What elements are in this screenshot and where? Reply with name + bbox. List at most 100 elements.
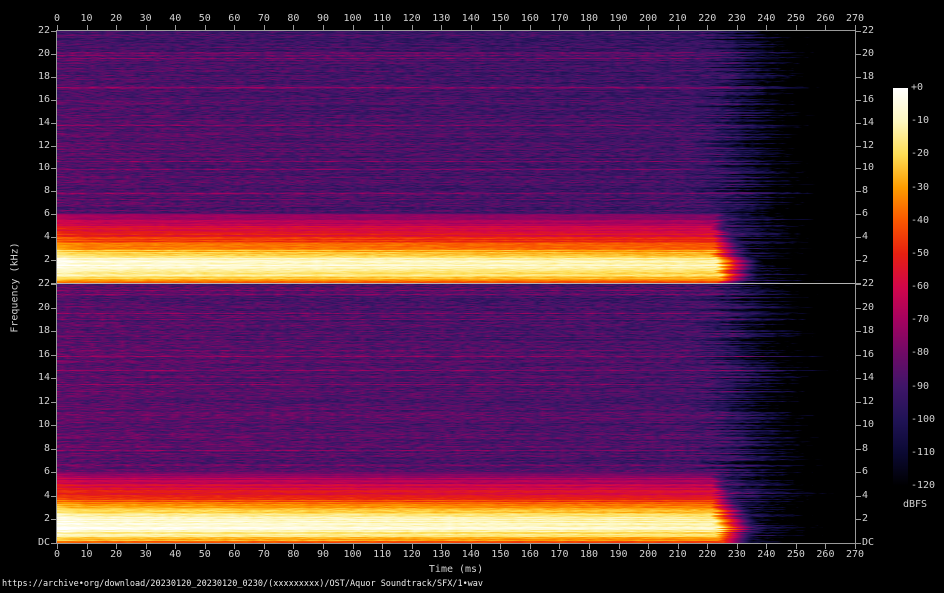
- freq-tick-left: [51, 214, 56, 215]
- time-tick-label-top: 20: [110, 13, 122, 25]
- plot-frame-left: [56, 30, 57, 544]
- time-tick-label-bottom: 20: [110, 549, 122, 561]
- time-tick-label-top: 40: [169, 13, 181, 25]
- freq-tick-right: [856, 123, 861, 124]
- time-tick-label-bottom: 260: [816, 549, 834, 561]
- time-tick-top: [412, 25, 413, 30]
- time-tick-label-top: 130: [432, 13, 450, 25]
- time-tick-label-top: 200: [639, 13, 657, 25]
- time-tick-label-top: 150: [491, 13, 509, 25]
- freq-tick-label-left: 6: [44, 208, 50, 220]
- time-tick-label-top: 100: [344, 13, 362, 25]
- freq-tick-left: [51, 260, 56, 261]
- freq-tick-label-right: 8: [862, 443, 868, 455]
- time-tick-label-top: 210: [669, 13, 687, 25]
- time-tick-label-bottom: 180: [580, 549, 598, 561]
- freq-tick-left: [51, 146, 56, 147]
- frequency-axis-title-wrap: Frequency (kHz): [0, 30, 30, 544]
- time-tick-label-bottom: 130: [432, 549, 450, 561]
- freq-tick-left: [51, 77, 56, 78]
- freq-tick-label-left: 14: [38, 372, 50, 384]
- freq-tick-left: [51, 31, 56, 32]
- time-tick-top: [530, 25, 531, 30]
- time-tick-label-bottom: 270: [846, 549, 864, 561]
- plot-frame-top: [56, 30, 856, 31]
- freq-tick-right: [856, 77, 861, 78]
- time-tick-label-bottom: 170: [550, 549, 568, 561]
- freq-tick-label-left: 8: [44, 443, 50, 455]
- freq-tick-left: [51, 496, 56, 497]
- freq-tick-label-right: 4: [862, 490, 868, 502]
- freq-tick-left: [51, 355, 56, 356]
- time-tick-label-bottom: 50: [199, 549, 211, 561]
- freq-tick-right: [856, 496, 861, 497]
- time-tick-label-top: 190: [610, 13, 628, 25]
- time-tick-label-bottom: 90: [317, 549, 329, 561]
- plot-frame-right: [855, 30, 856, 544]
- time-tick-label-top: 120: [403, 13, 421, 25]
- time-tick-top: [264, 25, 265, 30]
- freq-tick-label-right: 12: [862, 396, 874, 408]
- time-tick-label-bottom: 100: [344, 549, 362, 561]
- freq-tick-left: [51, 168, 56, 169]
- time-tick-top: [116, 25, 117, 30]
- freq-tick-label-left: 2: [44, 513, 50, 525]
- freq-tick-left: [51, 449, 56, 450]
- freq-tick-right: [856, 100, 861, 101]
- freq-tick-right: [856, 260, 861, 261]
- colorbar-tick-label: -10: [911, 115, 929, 127]
- colorbar-unit-label: dBFS: [893, 499, 937, 510]
- time-tick-top: [382, 25, 383, 30]
- colorbar-tick-label: -40: [911, 215, 929, 227]
- freq-tick-label-left: 18: [38, 71, 50, 83]
- time-tick-label-top: 30: [140, 13, 152, 25]
- freq-tick-left: [51, 308, 56, 309]
- freq-tick-left: [51, 191, 56, 192]
- time-tick-top: [619, 25, 620, 30]
- time-tick-top: [678, 25, 679, 30]
- freq-tick-label-right: 6: [862, 208, 868, 220]
- freq-tick-right: [856, 543, 861, 544]
- freq-tick-label-right: 4: [862, 231, 868, 243]
- time-tick-label-bottom: 210: [669, 549, 687, 561]
- time-tick-label-bottom: 40: [169, 549, 181, 561]
- freq-tick-left: [51, 378, 56, 379]
- colorbar: [893, 88, 908, 486]
- time-tick-label-top: 170: [550, 13, 568, 25]
- freq-tick-right: [856, 284, 861, 285]
- freq-tick-label-right: 10: [862, 419, 874, 431]
- freq-tick-label-right: 8: [862, 185, 868, 197]
- colorbar-tick-label: -90: [911, 381, 929, 393]
- time-tick-label-top: 180: [580, 13, 598, 25]
- freq-tick-label-left: 10: [38, 419, 50, 431]
- time-tick-label-bottom: 230: [728, 549, 746, 561]
- freq-tick-right: [856, 519, 861, 520]
- freq-tick-label-left: 12: [38, 140, 50, 152]
- freq-tick-label-left: 10: [38, 162, 50, 174]
- time-tick-top: [648, 25, 649, 30]
- freq-tick-label-right: 22: [862, 25, 874, 37]
- freq-tick-left: [51, 54, 56, 55]
- time-tick-top: [323, 25, 324, 30]
- time-tick-label-top: 10: [81, 13, 93, 25]
- freq-tick-right: [856, 402, 861, 403]
- freq-tick-left: [51, 284, 56, 285]
- time-tick-top: [500, 25, 501, 30]
- time-tick-label-bottom: 200: [639, 549, 657, 561]
- time-tick-label-top: 80: [287, 13, 299, 25]
- channel-1-spectrogram: [57, 31, 855, 283]
- freq-tick-left: [51, 472, 56, 473]
- freq-tick-label-left: 22: [38, 25, 50, 37]
- freq-tick-label-left: 16: [38, 94, 50, 106]
- freq-tick-left: [51, 543, 56, 544]
- freq-tick-left: [51, 331, 56, 332]
- time-tick-label-top: 0: [54, 13, 60, 25]
- freq-tick-label-right: 14: [862, 372, 874, 384]
- freq-tick-right: [856, 31, 861, 32]
- freq-tick-label-right: 2: [862, 513, 868, 525]
- time-tick-label-top: 60: [228, 13, 240, 25]
- freq-tick-label-right: 14: [862, 117, 874, 129]
- time-tick-label-top: 270: [846, 13, 864, 25]
- panel-divider: [56, 283, 856, 284]
- freq-tick-label-left: 12: [38, 396, 50, 408]
